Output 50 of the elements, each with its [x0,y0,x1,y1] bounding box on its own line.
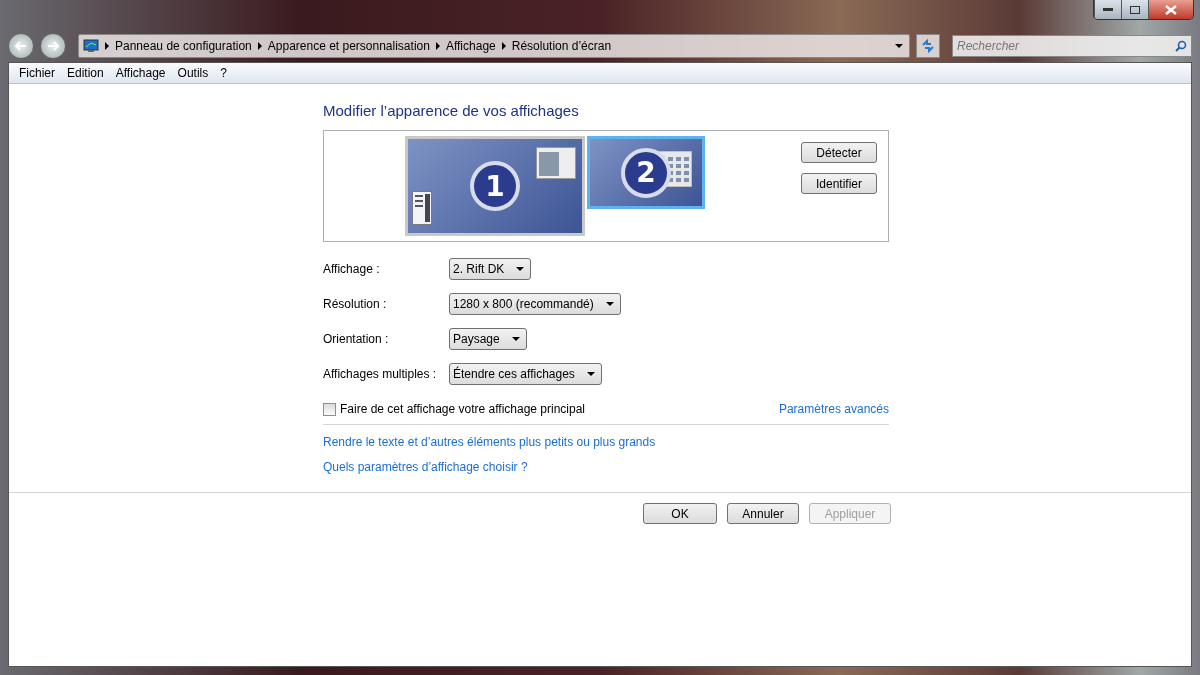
dialog-button[interactable]: Annuler [727,503,799,524]
window-thumbnail-icon [536,147,576,179]
breadcrumb-item[interactable]: Apparence et personnalisation [267,39,430,53]
dropdown[interactable]: Paysage [449,328,527,350]
menu-item[interactable]: Affichage [109,66,172,80]
minimize-icon [1103,7,1113,12]
maximize-button[interactable] [1121,0,1148,19]
menu-item[interactable]: ? [214,66,233,80]
refresh-button[interactable] [916,34,940,58]
side-button[interactable]: Identifier [801,173,877,194]
side-button[interactable]: Détecter [801,142,877,163]
menu-item[interactable]: Fichier [13,66,61,80]
search-field[interactable]: Rechercher [952,35,1192,57]
breadcrumb-item[interactable]: Résolution d’écran [511,39,612,53]
search-icon [1175,40,1187,52]
dropdown[interactable]: Étendre ces affichages [449,363,602,385]
checkbox-label: Faire de cet affichage votre affichage principal [340,402,586,416]
back-arrow-icon [15,41,27,51]
forward-button[interactable] [40,33,66,59]
address-bar[interactable]: Panneau de configuration Apparence et personnalisation Affichage Résolution d’écran [78,34,910,58]
breadcrumb-item[interactable]: Panneau de configuration [115,39,252,53]
page-heading: Modifier l’apparence de vos affichages [323,102,580,119]
dropdown[interactable]: 2. Rift DK [449,258,532,280]
gadget-icon [412,191,432,225]
menu-item[interactable]: Outils [171,66,215,80]
monitor-number: 1 [470,161,520,211]
refresh-icon [921,39,935,53]
help-link[interactable]: Quels paramètres d’affichage choisir ? [323,460,528,474]
forward-arrow-icon [47,41,59,51]
dropdown[interactable]: 1280 x 800 (recommandé) [449,293,621,315]
checkbox[interactable] [323,402,336,416]
monitor-tile[interactable]: 2 [587,136,705,209]
close-button[interactable] [1148,0,1193,19]
field-label: Affichage : [323,262,381,276]
dropdown-caret-icon[interactable] [895,44,903,48]
menu-item[interactable]: Edition [61,66,110,80]
breadcrumb-item[interactable]: Affichage [445,39,496,53]
monitor-number: 2 [621,147,671,198]
field-label: Affichages multiples : [323,367,438,381]
maximize-icon [1130,5,1140,14]
field-label: Résolution : [323,297,388,311]
close-icon [1165,4,1177,15]
back-button[interactable] [8,33,34,59]
help-link[interactable]: Rendre le texte et d’autres éléments plus petits ou plus grands [323,435,656,449]
monitor-icon [83,39,99,53]
minimize-button[interactable] [1094,0,1121,19]
field-label: Orientation : [323,332,390,346]
monitor-tile[interactable]: 1 [405,136,585,236]
advanced-settings-link[interactable]: Paramètres avancés [778,402,889,416]
dialog-button[interactable]: OK [643,503,717,524]
